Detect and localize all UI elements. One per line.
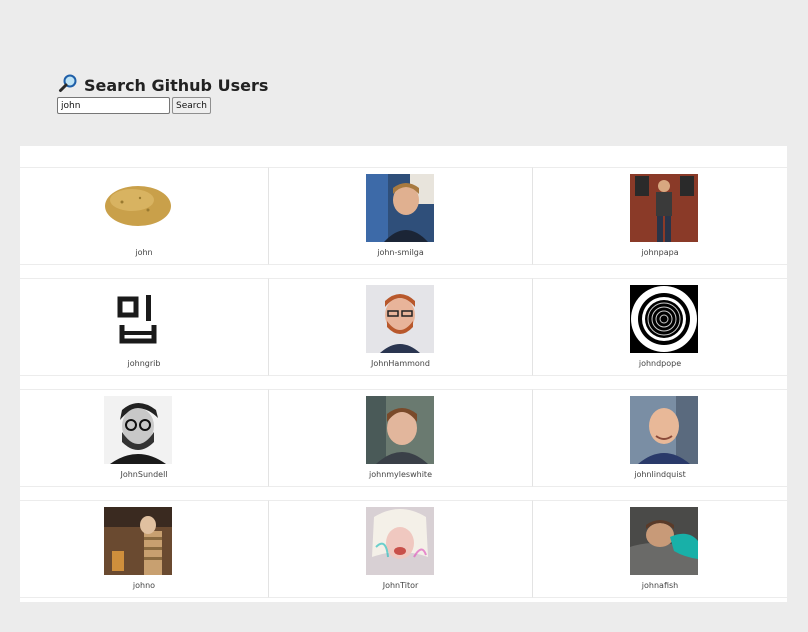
avatar[interactable] (104, 285, 172, 353)
user-login[interactable]: johngrib (20, 359, 268, 368)
user-login[interactable]: JohnTitor (269, 581, 532, 590)
avatar[interactable] (630, 507, 698, 575)
page-title: Search Github Users (58, 73, 268, 97)
user-card[interactable]: johnafish (533, 500, 787, 598)
avatar[interactable] (366, 507, 434, 575)
user-card[interactable]: johnlindquist (533, 389, 787, 487)
user-card[interactable]: JohnSundell (20, 389, 269, 487)
user-login[interactable]: JohnSundell (20, 470, 268, 479)
user-login[interactable]: johndpope (533, 359, 787, 368)
user-login[interactable]: johnpapa (533, 248, 787, 257)
user-login[interactable]: john (20, 248, 268, 257)
user-card[interactable]: johnmyleswhite (269, 389, 533, 487)
user-card[interactable]: johngrib (20, 278, 269, 376)
avatar[interactable] (366, 285, 434, 353)
avatar[interactable] (104, 396, 172, 464)
magnifier-icon (58, 73, 78, 97)
user-card[interactable]: JohnTitor (269, 500, 533, 598)
user-card[interactable]: johndpope (533, 278, 787, 376)
app-panel: Search Github Users Search john (20, 28, 787, 602)
page-title-text: Search Github Users (84, 75, 269, 95)
avatar[interactable] (630, 285, 698, 353)
avatar[interactable] (366, 174, 434, 242)
user-card[interactable]: johno (20, 500, 269, 598)
search-input[interactable] (57, 97, 170, 114)
results-row: johngrib JohnHammond johndpope (20, 278, 787, 376)
user-login[interactable]: JohnHammond (269, 359, 532, 368)
user-card[interactable]: johnpapa (533, 167, 787, 265)
results-row: johno JohnTitor johnafish (20, 500, 787, 598)
user-login[interactable]: john-smilga (269, 248, 532, 257)
user-card[interactable]: john-smilga (269, 167, 533, 265)
user-login[interactable]: johnafish (533, 581, 787, 590)
user-card[interactable]: john (20, 167, 269, 265)
avatar[interactable] (104, 507, 172, 575)
avatar[interactable] (630, 174, 698, 242)
user-card[interactable]: JohnHammond (269, 278, 533, 376)
user-login[interactable]: johnmyleswhite (269, 470, 532, 479)
results-row: john john-smilga johnpapa (20, 167, 787, 265)
user-login[interactable]: johno (20, 581, 268, 590)
avatar[interactable] (630, 396, 698, 464)
search-button[interactable]: Search (172, 97, 211, 114)
search-header: Search Github Users Search (20, 28, 787, 146)
results-row: JohnSundell johnmyleswhite johnlindquist (20, 389, 787, 487)
avatar[interactable] (104, 174, 172, 242)
avatar[interactable] (366, 396, 434, 464)
user-login[interactable]: johnlindquist (533, 470, 787, 479)
